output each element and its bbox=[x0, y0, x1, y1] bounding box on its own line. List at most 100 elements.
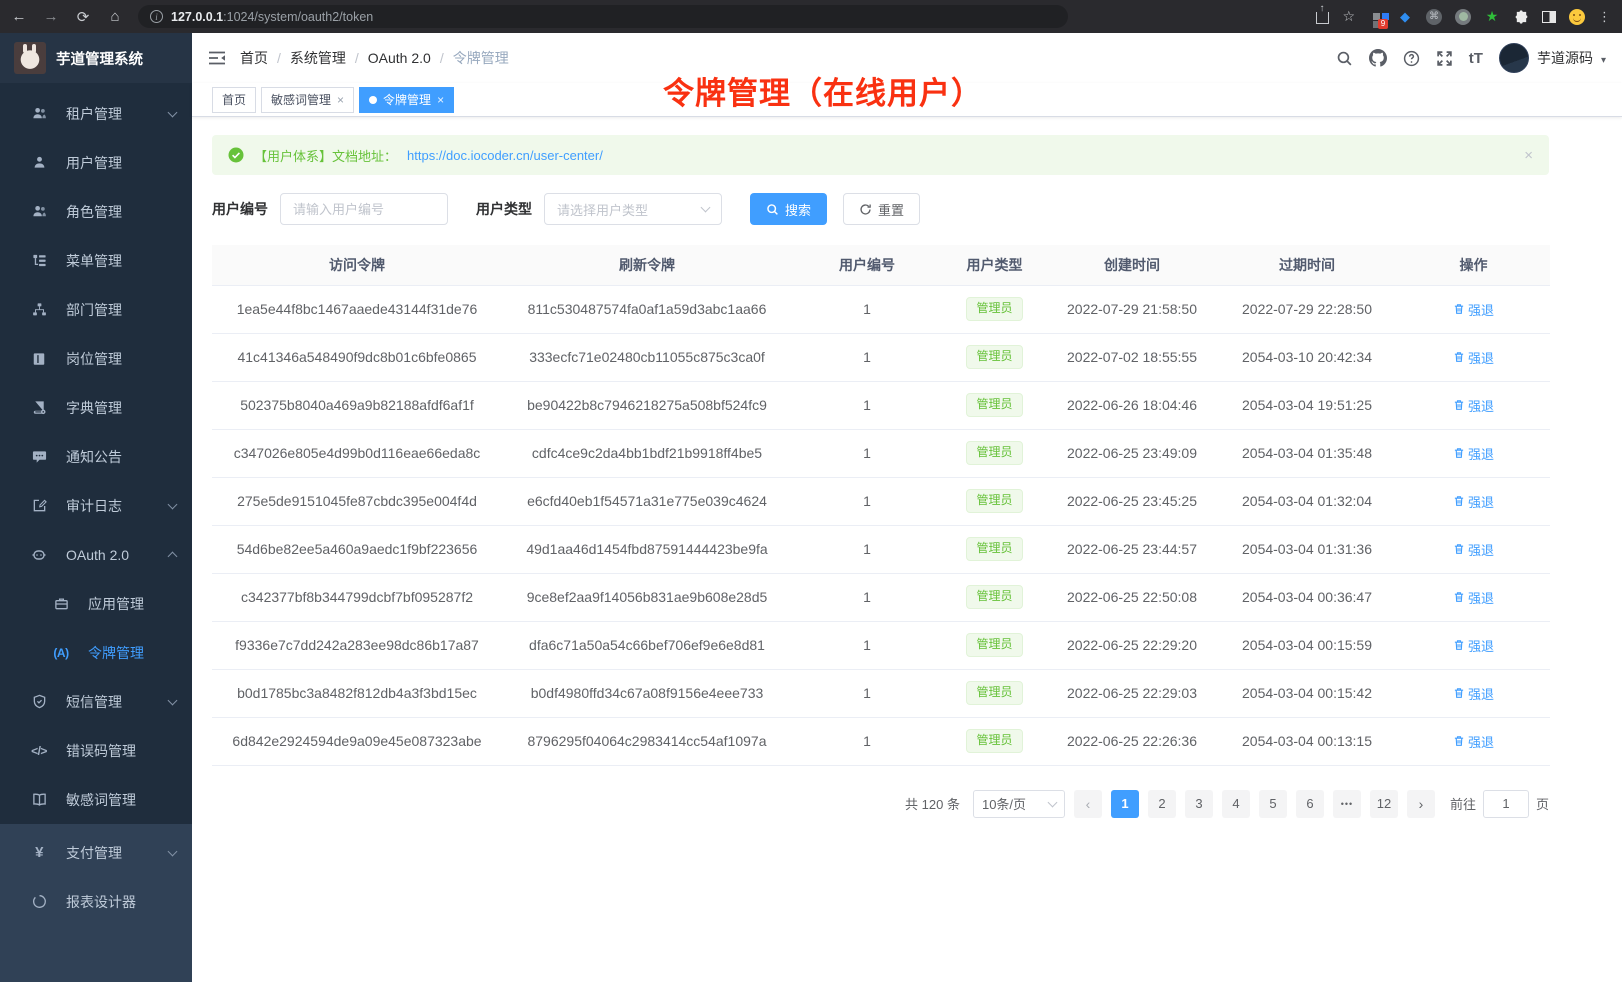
extension-circle-icon[interactable] bbox=[1455, 9, 1471, 25]
force-logout-button[interactable]: 强退 bbox=[1453, 588, 1494, 607]
sidebar-item-errcode[interactable]: </> 错误码管理 bbox=[0, 726, 192, 775]
browser-menu-icon[interactable]: ⋮ bbox=[1598, 9, 1612, 25]
sidebar-item-dict[interactable]: 字典管理 bbox=[0, 383, 192, 432]
force-logout-button[interactable]: 强退 bbox=[1453, 348, 1494, 367]
extensions-puzzle-icon[interactable] bbox=[1513, 9, 1529, 25]
user-id-cell: 1 bbox=[792, 573, 942, 621]
back-icon[interactable]: ← bbox=[10, 8, 28, 25]
tab-sensitive-word[interactable]: 敏感词管理 × bbox=[261, 87, 354, 113]
user-type-label: 用户类型 bbox=[476, 199, 532, 219]
page-button-3[interactable]: 3 bbox=[1185, 790, 1213, 818]
address-bar[interactable]: i 127.0.0.1:1024/system/oauth2/token bbox=[138, 5, 1068, 28]
trash-icon bbox=[1453, 399, 1465, 411]
sidebar-item-user[interactable]: 用户管理 bbox=[0, 138, 192, 187]
prev-page-button[interactable]: ‹ bbox=[1074, 790, 1102, 818]
share-icon[interactable] bbox=[1316, 12, 1329, 24]
force-logout-button[interactable]: 强退 bbox=[1453, 540, 1494, 559]
app-logo[interactable]: 芋道管理系统 bbox=[0, 33, 192, 83]
search-button[interactable]: 搜索 bbox=[750, 193, 827, 225]
user-id-cell: 1 bbox=[792, 333, 942, 381]
trash-icon bbox=[1453, 735, 1465, 747]
sidebar-item-report-designer[interactable]: 报表设计器 bbox=[0, 877, 192, 926]
reset-button[interactable]: 重置 bbox=[843, 193, 920, 225]
page-button-5[interactable]: 5 bbox=[1259, 790, 1287, 818]
sidebar-item-sms[interactable]: 短信管理 bbox=[0, 677, 192, 726]
force-logout-button[interactable]: 强退 bbox=[1453, 444, 1494, 463]
page-size-select[interactable]: 10条/页 bbox=[973, 790, 1065, 818]
created-at-cell: 2022-06-25 22:50:08 bbox=[1047, 573, 1217, 621]
breadcrumb-oauth2[interactable]: OAuth 2.0 bbox=[368, 50, 431, 66]
profile-avatar-icon[interactable] bbox=[1569, 9, 1585, 25]
page-button-12[interactable]: 12 bbox=[1370, 790, 1398, 818]
next-page-button[interactable]: › bbox=[1407, 790, 1435, 818]
home-icon[interactable]: ⌂ bbox=[106, 8, 124, 25]
forward-icon[interactable]: → bbox=[42, 8, 60, 25]
help-icon[interactable] bbox=[1403, 50, 1420, 67]
sidebar-item-sensitive-word[interactable]: 敏感词管理 bbox=[0, 775, 192, 824]
text-size-icon[interactable]: tT bbox=[1469, 50, 1483, 67]
sidebar-item-menu[interactable]: 菜单管理 bbox=[0, 236, 192, 285]
robot-icon bbox=[30, 547, 48, 563]
sidebar-fold-icon[interactable] bbox=[208, 50, 226, 66]
breadcrumb-home[interactable]: 首页 bbox=[240, 48, 268, 68]
github-icon[interactable] bbox=[1369, 49, 1387, 67]
user-type-cell: 管理员 bbox=[942, 717, 1047, 765]
user-id-input[interactable] bbox=[280, 193, 448, 225]
sidebar-item-dept[interactable]: 部门管理 bbox=[0, 285, 192, 334]
extension-cmd-icon[interactable]: ⌘ bbox=[1426, 9, 1442, 25]
page-button-2[interactable]: 2 bbox=[1148, 790, 1176, 818]
sidebar-item-audit-log[interactable]: 审计日志 bbox=[0, 481, 192, 530]
force-logout-button[interactable]: 强退 bbox=[1453, 636, 1494, 655]
force-logout-button[interactable]: 强退 bbox=[1453, 396, 1494, 415]
sidebar-item-tenant[interactable]: 租户管理 bbox=[0, 89, 192, 138]
page-jumper: 前往 页 bbox=[1450, 790, 1549, 818]
sidebar-item-pay[interactable]: ¥ 支付管理 bbox=[0, 828, 192, 877]
search-icon[interactable] bbox=[1336, 50, 1353, 67]
force-logout-button[interactable]: 强退 bbox=[1453, 732, 1494, 751]
created-at-cell: 2022-06-25 23:49:09 bbox=[1047, 429, 1217, 477]
sidebar-item-role[interactable]: 角色管理 bbox=[0, 187, 192, 236]
tab-token[interactable]: 令牌管理 × bbox=[359, 87, 454, 113]
close-icon[interactable]: × bbox=[337, 93, 344, 107]
active-dot-icon bbox=[369, 96, 377, 104]
sidebar-item-oauth2-token[interactable]: (A) 令牌管理 bbox=[0, 628, 192, 677]
breadcrumb-system[interactable]: 系统管理 bbox=[290, 48, 346, 68]
page-button-6[interactable]: 6 bbox=[1296, 790, 1324, 818]
user-type-cell: 管理员 bbox=[942, 477, 1047, 525]
site-info-icon[interactable]: i bbox=[150, 10, 163, 23]
access-token-cell: 502375b8040a469a9b82188afdf6af1f bbox=[212, 381, 502, 429]
sidebar-item-oauth2[interactable]: OAuth 2.0 bbox=[0, 530, 192, 579]
trash-icon bbox=[1453, 687, 1465, 699]
page-ellipsis[interactable]: ••• bbox=[1333, 790, 1361, 818]
success-check-icon bbox=[228, 147, 244, 163]
tab-home[interactable]: 首页 bbox=[212, 87, 256, 113]
sidebar-item-post[interactable]: 岗位管理 bbox=[0, 334, 192, 383]
user-menu[interactable]: 芋道源码 ▾ bbox=[1499, 43, 1606, 73]
user-type-tag: 管理员 bbox=[966, 345, 1022, 369]
search-icon bbox=[766, 203, 779, 216]
extension-gem-icon[interactable]: ◆ bbox=[1397, 9, 1413, 25]
refresh-token-cell: cdfc4ce9c2da4bb1bdf21b9918ff4be5 bbox=[502, 429, 792, 477]
created-at-cell: 2022-06-26 18:04:46 bbox=[1047, 381, 1217, 429]
reload-icon[interactable]: ⟳ bbox=[74, 8, 92, 26]
alert-close-icon[interactable]: × bbox=[1524, 147, 1533, 164]
browser-toolbar: ← → ⟳ ⌂ i 127.0.0.1:1024/system/oauth2/t… bbox=[0, 0, 1622, 33]
table-row: 6d842e2924594de9a09e45e087323abe 8796295… bbox=[212, 717, 1550, 765]
alert-doc-link[interactable]: https://doc.iocoder.cn/user-center/ bbox=[407, 148, 603, 163]
page-button-4[interactable]: 4 bbox=[1222, 790, 1250, 818]
sidebar-item-oauth2-app[interactable]: 应用管理 bbox=[0, 579, 192, 628]
sidebar-item-notice[interactable]: 通知公告 bbox=[0, 432, 192, 481]
extension-grid-icon[interactable]: 9 bbox=[1368, 9, 1384, 25]
fullscreen-icon[interactable] bbox=[1436, 50, 1453, 67]
force-logout-button[interactable]: 强退 bbox=[1453, 492, 1494, 511]
access-token-cell: c342377bf8b344799dcbf7bf095287f2 bbox=[212, 573, 502, 621]
side-panel-icon[interactable] bbox=[1542, 11, 1556, 23]
extension-star-icon[interactable]: ★ bbox=[1484, 9, 1500, 25]
goto-page-input[interactable] bbox=[1483, 790, 1529, 818]
close-icon[interactable]: × bbox=[437, 93, 444, 107]
page-button-1[interactable]: 1 bbox=[1111, 790, 1139, 818]
bookmark-star-icon[interactable]: ☆ bbox=[1342, 8, 1355, 25]
force-logout-button[interactable]: 强退 bbox=[1453, 300, 1494, 319]
force-logout-button[interactable]: 强退 bbox=[1453, 684, 1494, 703]
user-type-select[interactable]: 请选择用户类型 bbox=[544, 193, 722, 225]
